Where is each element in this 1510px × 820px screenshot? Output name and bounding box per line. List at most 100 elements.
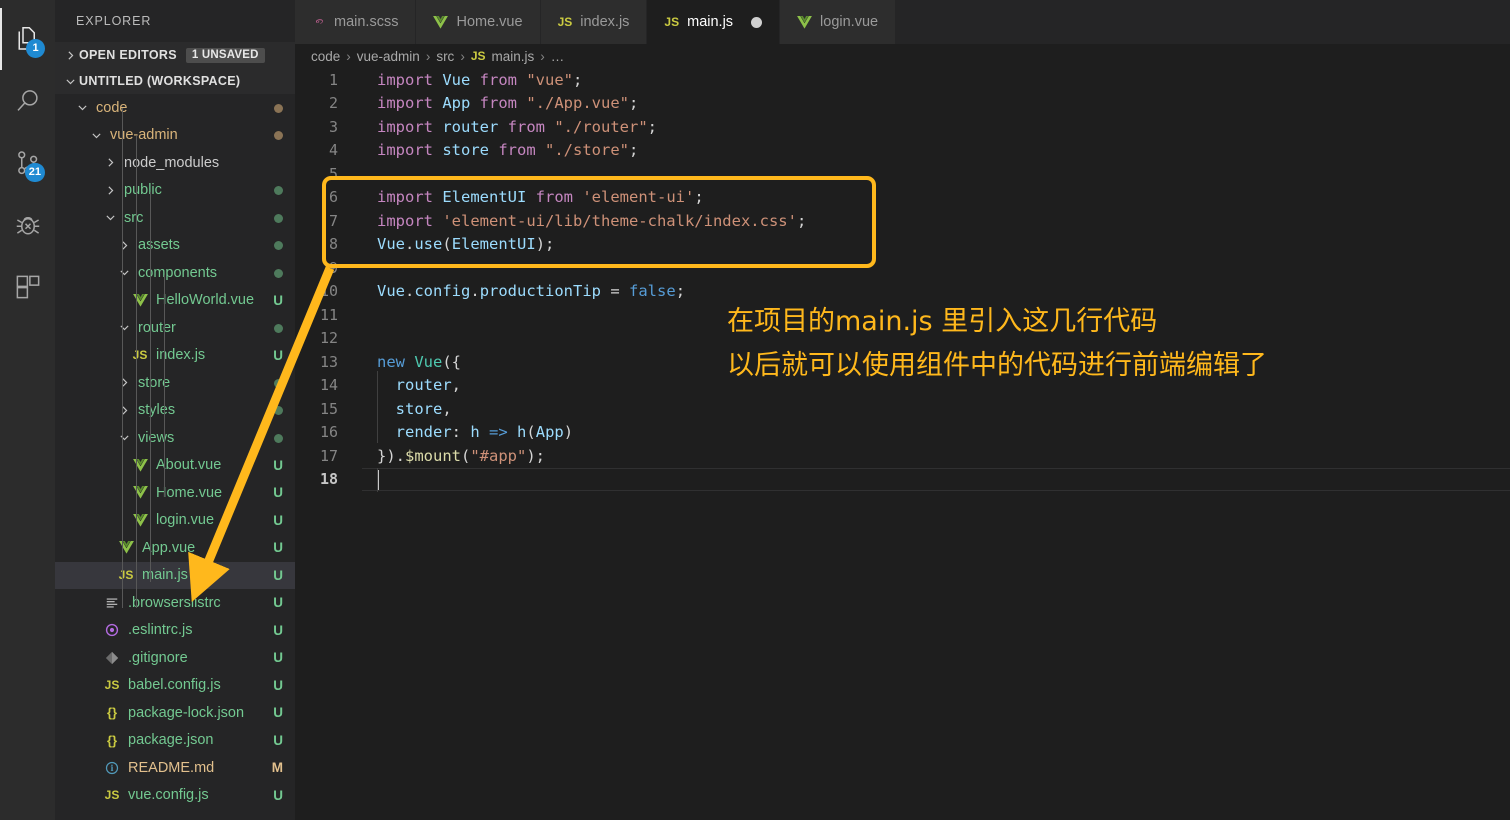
tree-folder-row[interactable]: code [55, 94, 295, 122]
code-line[interactable]: 3 import router from "./router"; [295, 115, 1510, 139]
activity-bar-item-search[interactable] [0, 70, 55, 132]
tree-file-row[interactable]: JS index.js U [55, 342, 295, 370]
tree-folder-row[interactable]: src [55, 204, 295, 232]
code-token: . [470, 282, 480, 301]
breadcrumb-item[interactable]: src [436, 49, 454, 64]
vue-icon [129, 293, 151, 307]
breadcrumb-item-label: … [550, 48, 565, 64]
code-line[interactable]: 17}).$mount("#app"); [295, 444, 1510, 468]
code-token: router [442, 117, 499, 136]
js-icon: JS [118, 568, 134, 583]
code-content[interactable]: 1 import Vue from "vue"; 2 import App from … [295, 68, 1510, 491]
code-line[interactable]: 4 import store from "./store"; [295, 139, 1510, 163]
vue-icon [797, 15, 812, 29]
chevron-right-icon [101, 181, 119, 199]
tree-item-label: babel.config.js [128, 677, 221, 694]
tree-file-row[interactable]: JS babel.config.js U [55, 672, 295, 700]
tree-folder-row[interactable]: public [55, 177, 295, 205]
code-line[interactable]: 7 import 'element-ui/lib/theme-chalk/inde… [295, 209, 1510, 233]
code-line[interactable]: 5 [295, 162, 1510, 186]
git-status-badge: M [271, 760, 283, 776]
breadcrumb-item-label: main.js [491, 48, 535, 64]
git-status-dot [274, 268, 283, 278]
line-number: 10 [319, 282, 338, 301]
chevron-down-icon [61, 72, 79, 90]
breadcrumb-item[interactable]: vue-admin [357, 49, 420, 64]
tree-folder-row[interactable]: components [55, 259, 295, 287]
git-status-badge: U [273, 622, 283, 638]
git-status-badge: U [273, 292, 283, 308]
code-line[interactable]: 8 Vue.use(ElementUI); [295, 233, 1510, 257]
markdown-icon: i [101, 761, 123, 775]
chevron-down-icon [115, 429, 133, 447]
tree-folder-row[interactable]: node_modules [55, 149, 295, 177]
code-token: Vue [377, 235, 405, 254]
tree-folder-row[interactable]: router [55, 314, 295, 342]
editor-tab-bar[interactable]: main.scss Home.vue JS index.js JS main.js logi… [295, 0, 1510, 44]
section-open-editors[interactable]: OPEN EDITORS 1 UNSAVED [55, 42, 295, 68]
breadcrumb-item[interactable]: code [311, 49, 340, 64]
editor-tab[interactable]: login.vue [780, 0, 897, 44]
tree-file-row[interactable]: {} package.json U [55, 727, 295, 755]
activity-bar-item-source-control[interactable]: 21 [0, 132, 55, 194]
git-status-badge: U [273, 650, 283, 666]
code-token: import [377, 70, 443, 89]
activity-bar-item-extensions[interactable] [0, 256, 55, 318]
tree-item-label: .gitignore [128, 649, 188, 666]
git-status-badge: U [273, 540, 283, 556]
tree-folder-row[interactable]: views [55, 424, 295, 452]
code-token: ); [535, 235, 555, 254]
code-line[interactable]: 15 store, [295, 397, 1510, 421]
activity-bar-item-explorer[interactable]: 1 [0, 8, 55, 70]
tree-file-row[interactable]: HelloWorld.vue U [55, 287, 295, 315]
code-token: router [395, 376, 452, 395]
editor-tab[interactable]: main.scss [295, 0, 417, 44]
code-token: h [517, 423, 527, 442]
dirty-indicator-icon[interactable] [751, 16, 763, 28]
code-editor[interactable]: 1 import Vue from "vue"; 2 import App from … [295, 68, 1510, 820]
code-line[interactable]: 18 [295, 467, 1510, 491]
tree-folder-row[interactable]: assets [55, 232, 295, 260]
tree-file-row[interactable]: Home.vue U [55, 479, 295, 507]
code-line[interactable]: 1 import Vue from "vue"; [295, 68, 1510, 92]
breadcrumb-item[interactable]: … [551, 49, 565, 64]
editor-tab-label: main.js [687, 14, 734, 30]
tree-file-row[interactable]: About.vue U [55, 452, 295, 480]
editor-tab[interactable]: JS index.js [540, 0, 648, 44]
file-tree[interactable]: code vue-admin node_modules public src assets… [55, 94, 295, 809]
code-line[interactable]: 9 [295, 256, 1510, 280]
code-line[interactable]: 2 import App from "./App.vue"; [295, 92, 1510, 116]
tree-file-row[interactable]: App.vue U [55, 534, 295, 562]
tree-file-row[interactable]: JS vue.config.js U [55, 782, 295, 810]
tree-folder-row[interactable]: store [55, 369, 295, 397]
section-workspace[interactable]: UNTITLED (WORKSPACE) [55, 68, 295, 94]
breadcrumb-separator-icon: › [425, 48, 431, 64]
editor-tab[interactable]: JS main.js [647, 0, 781, 44]
git-status-dot [274, 213, 283, 223]
tree-file-row[interactable]: login.vue U [55, 507, 295, 535]
explorer-badge: 1 [26, 39, 45, 58]
tree-file-row[interactable]: JS main.js U [55, 561, 295, 590]
tree-folder-row[interactable]: styles [55, 397, 295, 425]
tree-file-row[interactable]: i README.md M [55, 754, 295, 782]
tree-file-row[interactable]: {} package-lock.json U [55, 699, 295, 727]
indent-guide [377, 468, 378, 492]
code-line[interactable]: 6 import ElementUI from 'element-ui'; [295, 186, 1510, 210]
tree-file-row[interactable]: .eslintrc.js U [55, 617, 295, 645]
tree-file-row[interactable]: .browserslistrc U [55, 589, 295, 617]
breadcrumb[interactable]: code › vue-admin › src › JS main.js ›… [295, 44, 1510, 68]
activity-bar-item-run-and-debug[interactable] [0, 194, 55, 256]
code-line[interactable]: 16 render: h => h(App) [295, 421, 1510, 445]
tree-file-row[interactable]: .gitignore U [55, 644, 295, 672]
chevron-down-icon [115, 264, 133, 282]
tree-item-label: vue.config.js [128, 787, 209, 804]
editor-tab[interactable]: Home.vue [416, 0, 541, 44]
breadcrumb-item[interactable]: JS main.js [471, 49, 534, 64]
tree-folder-row[interactable]: vue-admin [55, 122, 295, 150]
